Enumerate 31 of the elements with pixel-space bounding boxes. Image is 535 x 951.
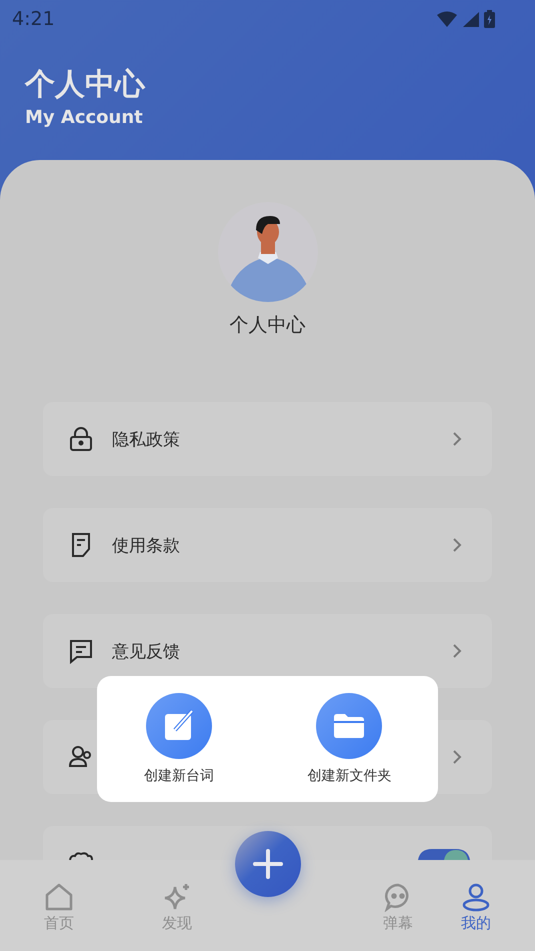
- chevron-right-icon: [452, 537, 462, 553]
- chevron-right-icon: [452, 431, 462, 447]
- page-title: 个人中心: [25, 66, 146, 104]
- signal-icon: [462, 11, 480, 27]
- chat-icon: [68, 638, 94, 664]
- page-subtitle: My Account: [25, 107, 144, 128]
- action-button[interactable]: 创建新文件夹: [307, 693, 392, 785]
- profile-name: 个人中心: [230, 313, 306, 338]
- wifi-icon: [436, 11, 458, 27]
- chevron-right-icon: [452, 749, 462, 765]
- toggle-switch[interactable]: [418, 849, 470, 860]
- sparkle-icon: [162, 882, 192, 912]
- people-icon: [68, 744, 94, 770]
- nav-tab[interactable]: 我的: [437, 860, 515, 951]
- menu-item[interactable]: [43, 826, 492, 860]
- status-time: 4:21: [12, 8, 55, 30]
- lock-icon: [68, 426, 94, 452]
- menu-label: 意见反馈: [112, 640, 180, 662]
- battery-icon: [484, 10, 495, 28]
- home-icon: [44, 882, 74, 912]
- action-button[interactable]: 创建新台词: [144, 693, 214, 785]
- menu-label: 隐私政策: [112, 428, 180, 450]
- folder-icon: [316, 693, 382, 759]
- menu-item[interactable]: 使用条款: [43, 508, 492, 582]
- edit-icon: [146, 693, 212, 759]
- plus-icon: [252, 848, 284, 880]
- menu-item[interactable]: 隐私政策: [43, 402, 492, 476]
- person-icon: [461, 882, 491, 912]
- menu-label: 使用条款: [112, 534, 180, 556]
- cloud-icon: [68, 852, 94, 860]
- chevron-right-icon: [452, 643, 462, 659]
